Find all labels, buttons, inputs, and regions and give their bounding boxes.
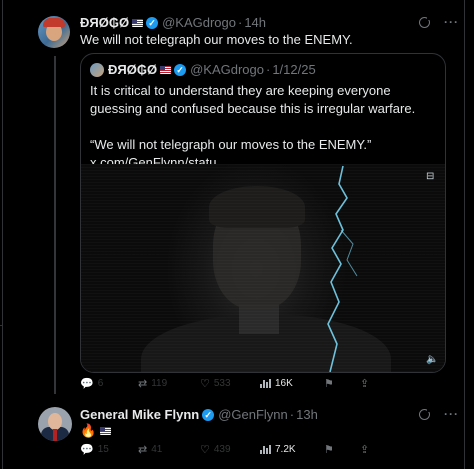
- lightning-effect: [327, 165, 358, 372]
- repost-count: 119: [151, 378, 168, 389]
- verified-badge-icon: ✓: [202, 408, 215, 421]
- reply-icon: 💬: [80, 378, 94, 390]
- avatar[interactable]: [90, 63, 104, 77]
- repost-button[interactable]: ⇄ 41: [138, 443, 200, 456]
- tweet-header: General Mike Flynn ✓ @GenFlynn · 13h: [80, 407, 318, 422]
- author-handle[interactable]: @KAGdrogo: [162, 15, 236, 30]
- quoted-tweet[interactable]: ÐЯØ₲Ø ✓ @KAGdrogo · 1/12/25 It is critic…: [80, 53, 446, 373]
- avatar[interactable]: [38, 16, 70, 48]
- bookmark-icon: ⚑: [324, 444, 334, 456]
- captions-icon[interactable]: ⊟: [426, 171, 434, 182]
- heart-icon: ♡: [200, 444, 210, 456]
- separator-dot: ·: [289, 407, 295, 422]
- quoted-date: 1/12/25: [272, 62, 316, 77]
- verified-badge-icon: ✓: [146, 16, 159, 29]
- more-icon[interactable]: ···: [444, 15, 459, 29]
- share-button[interactable]: ⇪: [360, 377, 373, 390]
- grok-icon[interactable]: [419, 407, 431, 420]
- reply-count: 15: [97, 444, 109, 455]
- separator-dot: ·: [265, 62, 271, 77]
- author-name[interactable]: General Mike Flynn: [80, 407, 199, 422]
- video-player[interactable]: ⊟ 🔈: [81, 164, 445, 372]
- more-icon[interactable]: ···: [444, 407, 459, 421]
- timestamp[interactable]: 14h: [244, 15, 266, 30]
- views-count: 7.2K: [275, 444, 296, 455]
- tweet-top-actions: ···: [419, 15, 459, 29]
- views-chart-icon: [260, 379, 271, 388]
- author-handle: @KAGdrogo: [190, 62, 264, 77]
- us-flag-icon: [160, 65, 172, 74]
- quoted-header: ÐЯØ₲Ø ✓ @KAGdrogo · 1/12/25: [108, 62, 316, 77]
- bookmark-button[interactable]: ⚑: [324, 443, 360, 456]
- tweet-action-bar: 💬 15 ⇄ 41 ♡ 439 7.2K ⚑ ⇪: [80, 443, 373, 456]
- like-button[interactable]: ♡ 533: [200, 377, 260, 390]
- reply-button[interactable]: 💬 6: [80, 377, 138, 390]
- author-name[interactable]: ÐЯØ₲Ø: [80, 15, 129, 30]
- tweet-text: 🔥: [80, 423, 112, 439]
- verified-badge-icon: ✓: [174, 63, 187, 76]
- us-flag-icon: [132, 18, 144, 27]
- bookmark-button[interactable]: ⚑: [324, 377, 360, 390]
- share-button[interactable]: ⇪: [360, 443, 373, 456]
- repost-count: 41: [151, 444, 163, 455]
- grok-icon[interactable]: [419, 15, 431, 28]
- quoted-text: It is critical to understand they are ke…: [90, 82, 440, 172]
- repost-icon: ⇄: [138, 444, 148, 456]
- tweet-action-bar: 💬 6 ⇄ 119 ♡ 533 16K ⚑ ⇪: [80, 377, 373, 390]
- timestamp[interactable]: 13h: [296, 407, 318, 422]
- timeline-border-right: [464, 0, 465, 469]
- quoted-paragraph: It is critical to understand they are ke…: [90, 83, 416, 116]
- tweet-text: We will not telegraph our moves to the E…: [80, 32, 353, 47]
- fire-emoji: 🔥: [80, 423, 97, 438]
- us-flag-icon: [100, 427, 112, 435]
- tweet-header: ÐЯØ₲Ø ✓ @KAGdrogo · 14h: [80, 15, 266, 30]
- author-handle[interactable]: @GenFlynn: [218, 407, 288, 422]
- like-count: 533: [213, 378, 231, 389]
- tweet-top-actions: ···: [419, 407, 459, 421]
- share-icon: ⇪: [360, 378, 370, 390]
- separator-dot: ·: [237, 15, 243, 30]
- reply-icon: 💬: [80, 444, 94, 456]
- reply-count: 6: [97, 378, 104, 389]
- repost-icon: ⇄: [138, 378, 148, 390]
- views-button[interactable]: 16K: [260, 378, 324, 389]
- repost-button[interactable]: ⇄ 119: [138, 377, 200, 390]
- views-chart-icon: [260, 445, 271, 454]
- author-name: ÐЯØ₲Ø: [108, 62, 158, 77]
- views-count: 16K: [275, 378, 293, 389]
- views-button[interactable]: 7.2K: [260, 444, 324, 455]
- share-icon: ⇪: [360, 444, 370, 456]
- thread-connector-line: [54, 56, 56, 394]
- divider: [0, 325, 3, 326]
- avatar[interactable]: [38, 407, 72, 441]
- heart-icon: ♡: [200, 378, 210, 390]
- reply-button[interactable]: 💬 15: [80, 443, 138, 456]
- like-button[interactable]: ♡ 439: [200, 443, 260, 456]
- like-count: 439: [213, 444, 231, 455]
- volume-icon[interactable]: 🔈: [426, 354, 438, 365]
- bookmark-icon: ⚑: [324, 378, 334, 390]
- timeline-border-left: [2, 0, 3, 469]
